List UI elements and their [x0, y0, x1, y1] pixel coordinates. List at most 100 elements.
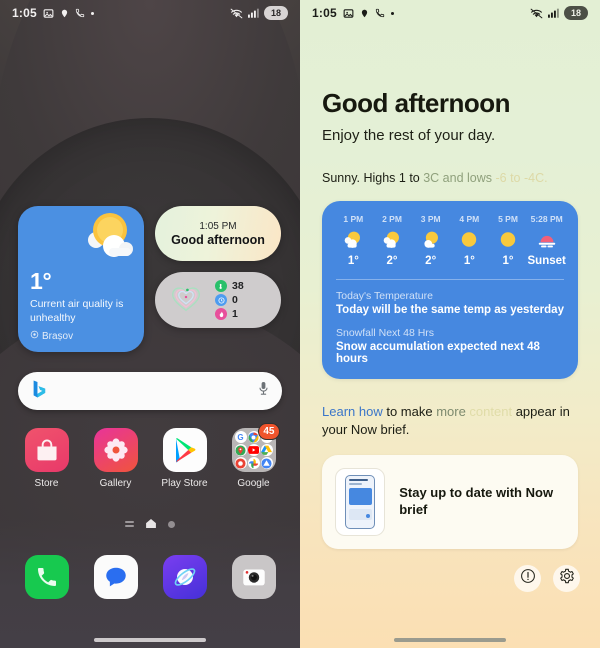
forecast-hour: 3 PM 2°	[411, 214, 450, 267]
brief-subheading: Enjoy the rest of your day.	[322, 127, 496, 144]
home-screen: 1:05 18 1° Current air quality is unheal…	[0, 0, 300, 648]
hour-time: 5 PM	[498, 213, 518, 224]
camera-icon[interactable]	[231, 555, 276, 599]
google-one-icon	[260, 457, 273, 469]
brief-action-buttons	[514, 565, 580, 592]
hour-value: 2°	[386, 254, 398, 267]
calories-value: 1	[232, 308, 238, 320]
activity-value: 0	[232, 294, 238, 306]
health-stat-steps: 38	[215, 280, 244, 292]
phone-call-icon	[75, 8, 85, 18]
image-icon	[343, 8, 354, 19]
health-widget[interactable]: 38 0 1	[155, 272, 281, 328]
brief-summary: Sunny. Highs 1 to 3C and lows -6 to -4C.	[322, 170, 578, 187]
dot-icon	[90, 11, 94, 15]
weather-section-temperature: Today's Temperature Today will be the sa…	[336, 290, 564, 316]
hour-time: 5:28 PM	[530, 213, 563, 224]
notification-badge: 45	[258, 423, 280, 440]
sun-cloud-icon	[381, 230, 403, 250]
google-icon: G	[234, 431, 247, 443]
weather-widget[interactable]: 1° Current air quality is unhealthy Braș…	[18, 206, 144, 352]
app-label: Store	[34, 478, 59, 489]
location-label: Brașov	[42, 330, 74, 342]
hour-time: 4 PM	[459, 213, 480, 224]
steps-icon	[215, 280, 227, 292]
phone-mockup-icon	[335, 468, 386, 537]
forecast-hour: 1 PM 1°	[334, 214, 373, 267]
list-page-icon[interactable]	[125, 521, 134, 527]
location-pin-icon	[60, 8, 69, 19]
info-button[interactable]	[514, 565, 541, 592]
sunset-icon	[536, 230, 558, 250]
phone-icon[interactable]	[24, 555, 69, 599]
sun-behind-cloud-icon	[76, 208, 138, 267]
home-status-bar: 1:05 18	[0, 0, 300, 26]
drive-icon	[260, 444, 273, 456]
location-pin-icon	[30, 330, 39, 342]
forecast-hour: 4 PM 1°	[450, 214, 489, 267]
widget-area: 1° Current air quality is unhealthy Braș…	[0, 206, 300, 352]
hour-value: 1°	[463, 254, 475, 267]
microphone-icon[interactable]	[257, 380, 270, 402]
brief-status-bar: 1:05 18	[300, 0, 600, 26]
sun-cloud-icon	[420, 230, 442, 250]
dual-screenshot: 1:05 18 1° Current air quality is unheal…	[0, 0, 600, 648]
summary-part-1: Sunny. Highs 1 to	[322, 171, 424, 185]
search-input[interactable]	[56, 384, 257, 398]
status-time: 1:05	[12, 6, 37, 20]
search-bar[interactable]	[18, 372, 282, 410]
weather-section-snowfall: Snowfall Next 48 Hrs Snow accumulation e…	[336, 327, 564, 365]
settings-button[interactable]	[553, 565, 580, 592]
brief-nav-bar	[300, 638, 600, 642]
nav-pill[interactable]	[94, 638, 206, 642]
photos-icon	[234, 457, 247, 469]
dot-page-icon[interactable]	[168, 520, 175, 528]
hour-time: 2 PM	[382, 213, 402, 224]
app-gallery[interactable]: Gallery	[87, 428, 145, 489]
promo-card[interactable]: Stay up to date with Now brief	[322, 455, 578, 550]
greeting-time: 1:05 PM	[199, 220, 237, 232]
app-play-store[interactable]: Play Store	[156, 428, 214, 489]
forecast-hour: 2 PM 2°	[373, 214, 412, 267]
health-stat-activity: 0	[215, 294, 244, 306]
forecast-hour: 5:28 PM Sunset	[527, 214, 566, 267]
hour-value: Sunset	[527, 254, 566, 267]
status-time: 1:05	[312, 6, 337, 20]
signal-bars-icon	[248, 8, 259, 18]
app-store[interactable]: Store	[18, 428, 76, 489]
learn-how-link[interactable]: Learn how	[322, 404, 383, 419]
section-title: Snowfall Next 48 Hrs	[336, 326, 435, 339]
now-brief-screen: 1:05 18 Good afternoon Enjoy the rest of…	[300, 0, 600, 648]
app-label: Google	[237, 478, 270, 489]
greeting-text: Good afternoon	[171, 232, 265, 247]
gear-icon	[559, 568, 575, 589]
section-body: Snow accumulation expected next 48 hours	[336, 340, 540, 365]
messages-icon[interactable]	[93, 555, 138, 599]
summary-part-2: 3C and lows	[423, 171, 496, 185]
section-body: Today will be the same temp as yesterday	[336, 303, 564, 316]
nav-pill[interactable]	[394, 638, 506, 642]
samsung-internet-icon[interactable]	[162, 555, 207, 599]
section-title: Today's Temperature	[336, 289, 433, 302]
home-page-icon[interactable]	[146, 515, 156, 533]
learn-faded: content	[469, 403, 516, 419]
hour-value: 1°	[347, 254, 359, 267]
page-indicator	[0, 515, 300, 533]
home-nav-bar	[0, 638, 300, 642]
sun-icon	[498, 230, 518, 250]
phone-call-icon	[375, 8, 385, 18]
activity-time-icon	[215, 294, 227, 306]
greeting-widget[interactable]: 1:05 PM Good afternoon	[155, 206, 281, 261]
hourly-forecast-list: 1 PM 1° 2 PM 2° 3 PM 2° 4 PM 1° 5 PM 1° …	[334, 214, 566, 267]
weather-temperature: 1°	[30, 267, 52, 294]
dot-icon	[390, 11, 394, 15]
youtube-icon	[247, 444, 260, 456]
app-google-folder[interactable]: G 45 Google	[225, 423, 283, 489]
dock	[0, 555, 300, 599]
learn-gray: more	[436, 403, 470, 419]
health-stat-calories: 1	[215, 308, 244, 320]
weather-forecast-card[interactable]: 1 PM 1° 2 PM 2° 3 PM 2° 4 PM 1° 5 PM 1° …	[322, 200, 578, 379]
promo-title: Stay up to date with Now brief	[399, 485, 554, 518]
battery-indicator: 18	[564, 6, 588, 20]
wifi-off-icon	[530, 8, 543, 19]
